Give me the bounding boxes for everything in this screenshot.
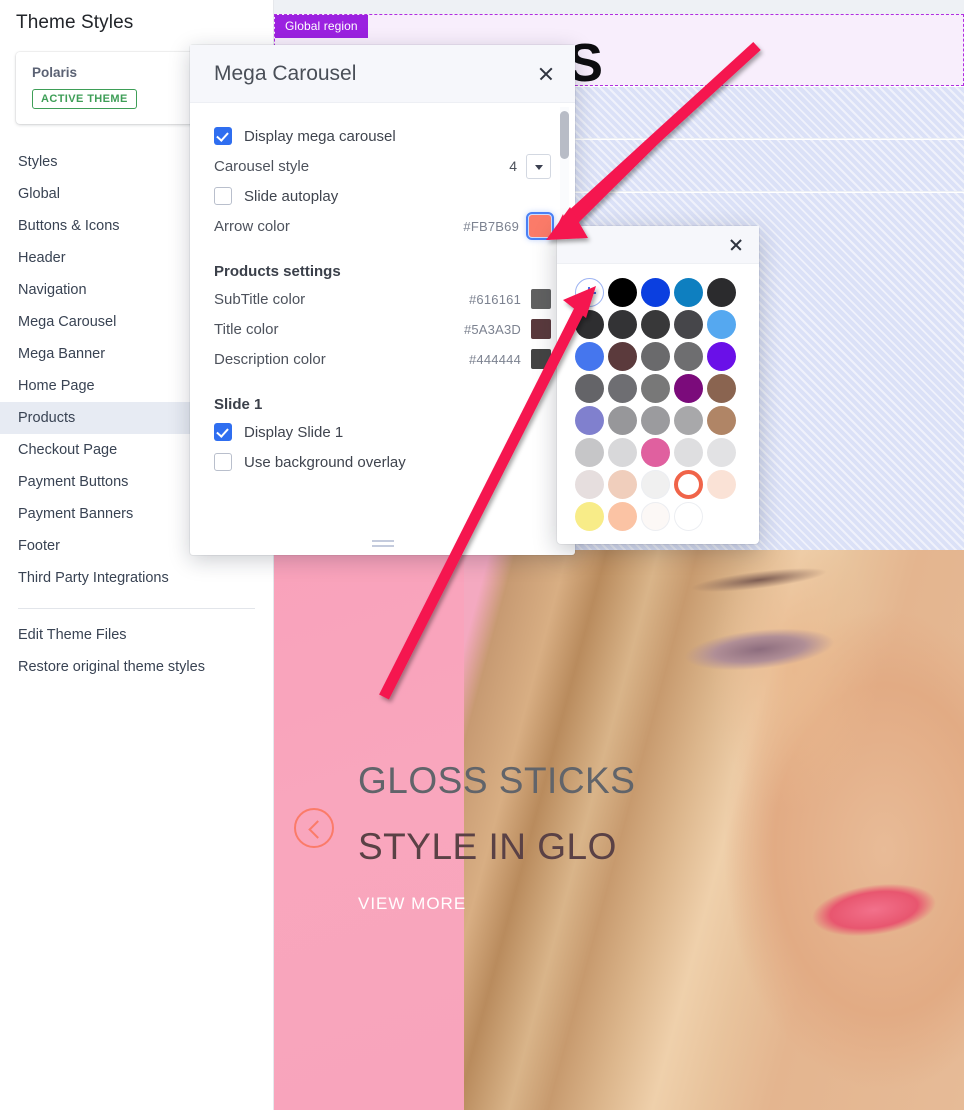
product-color-row[interactable]: Title color #5A3A3D — [214, 314, 551, 344]
sidebar-action-restore-original-theme-styles[interactable]: Restore original theme styles — [0, 651, 273, 683]
color-picker-popup — [557, 226, 759, 544]
close-icon[interactable] — [533, 61, 559, 87]
color-swatch[interactable] — [640, 278, 670, 307]
color-swatch[interactable] — [607, 406, 637, 435]
sidebar-divider — [18, 608, 255, 609]
page-title: Theme Styles — [16, 12, 134, 33]
color-swatch[interactable] — [706, 470, 736, 499]
product-color-label: SubTitle color — [214, 290, 306, 308]
display-slide-1-row[interactable]: Display Slide 1 — [214, 417, 551, 447]
product-color-hex: #5A3A3D — [463, 321, 521, 337]
slide-autoplay-checkbox[interactable] — [214, 187, 232, 205]
color-swatch-selected[interactable] — [673, 470, 703, 499]
carousel-style-label: Carousel style — [214, 157, 310, 175]
product-color-row[interactable]: Description color #444444 — [214, 344, 551, 374]
color-swatch[interactable] — [706, 406, 736, 435]
sidebar-actions: Edit Theme Files Restore original theme s… — [0, 619, 273, 683]
slide-subtitle-text: GLOSS STICKS — [358, 760, 636, 801]
color-swatch[interactable] — [706, 374, 736, 403]
resize-grip-icon[interactable] — [371, 540, 394, 548]
products-settings-heading: Products settings — [214, 263, 341, 280]
slide-title-text: STYLE IN GLO — [358, 826, 617, 867]
color-swatch[interactable] — [673, 278, 703, 307]
color-swatch[interactable] — [607, 310, 637, 339]
color-swatch[interactable] — [607, 438, 637, 467]
modal-body: Display mega carousel Carousel style 4 S… — [190, 103, 575, 533]
close-icon[interactable] — [723, 232, 749, 258]
color-swatch[interactable] — [574, 438, 604, 467]
color-swatch[interactable] — [673, 342, 703, 371]
color-swatch[interactable] — [607, 342, 637, 371]
modal-title: Mega Carousel — [214, 61, 357, 85]
sidebar-action-edit-theme-files[interactable]: Edit Theme Files — [0, 619, 273, 651]
background-overlay-label: Use background overlay — [244, 453, 406, 471]
color-swatch-grid — [557, 264, 759, 531]
product-color-swatch[interactable] — [531, 319, 551, 339]
mega-carousel-modal: Mega Carousel Display mega carousel Caro… — [190, 45, 575, 555]
color-swatch[interactable] — [706, 438, 736, 467]
color-swatch[interactable] — [574, 310, 604, 339]
color-swatch[interactable] — [607, 502, 637, 531]
color-swatch[interactable] — [673, 438, 703, 467]
display-mega-carousel-label: Display mega carousel — [244, 127, 396, 145]
product-color-swatch[interactable] — [531, 289, 551, 309]
display-slide-1-label: Display Slide 1 — [244, 423, 344, 441]
color-swatch[interactable] — [640, 406, 670, 435]
color-swatch[interactable] — [673, 310, 703, 339]
color-swatch[interactable] — [673, 406, 703, 435]
color-picker-header — [557, 226, 759, 264]
color-swatch[interactable] — [607, 374, 637, 403]
background-overlay-row[interactable]: Use background overlay — [214, 447, 551, 477]
color-swatch[interactable] — [640, 374, 670, 403]
color-swatch[interactable] — [640, 438, 670, 467]
slide-1-heading: Slide 1 — [214, 396, 263, 413]
product-color-label: Title color — [214, 320, 279, 338]
color-swatch[interactable] — [574, 470, 604, 499]
slide-autoplay-label: Slide autoplay — [244, 187, 339, 205]
color-swatch[interactable] — [574, 502, 604, 531]
color-swatch[interactable] — [706, 278, 736, 307]
product-color-row[interactable]: SubTitle color #616161 — [214, 284, 551, 314]
add-custom-color-icon[interactable] — [574, 278, 604, 307]
color-swatch[interactable] — [607, 278, 637, 307]
color-swatch[interactable] — [574, 342, 604, 371]
color-swatch[interactable] — [640, 470, 670, 499]
display-slide-1-checkbox[interactable] — [214, 423, 232, 441]
arrow-color-hex: #FB7B69 — [463, 218, 519, 234]
product-color-hex: #616161 — [468, 291, 521, 307]
slide-autoplay-row[interactable]: Slide autoplay — [214, 181, 551, 211]
color-swatch[interactable] — [607, 470, 637, 499]
arrow-color-swatch[interactable] — [526, 212, 554, 240]
products-settings-rows: SubTitle color #616161 Title color #5A3A3D D… — [214, 284, 551, 374]
color-swatch[interactable] — [640, 310, 670, 339]
color-swatch[interactable] — [673, 374, 703, 403]
carousel-style-row[interactable]: Carousel style 4 — [214, 151, 551, 181]
color-swatch[interactable] — [640, 342, 670, 371]
sidebar-item-third-party-integrations[interactable]: Third Party Integrations — [0, 562, 273, 594]
chevron-down-icon[interactable] — [526, 153, 551, 179]
slide-cta-link[interactable]: VIEW MORE — [358, 894, 466, 914]
product-color-hex: #444444 — [468, 351, 521, 367]
carousel-style-value: 4 — [509, 158, 517, 174]
global-region-badge: Global region — [275, 15, 368, 38]
color-swatch[interactable] — [673, 502, 703, 531]
arrow-color-row[interactable]: Arrow color #FB7B69 — [214, 211, 554, 241]
color-swatch[interactable] — [574, 374, 604, 403]
carousel-prev-arrow-icon[interactable] — [294, 808, 334, 848]
active-theme-badge: ACTIVE THEME — [32, 89, 137, 109]
vertical-scrollbar-thumb[interactable] — [560, 111, 569, 159]
color-swatch[interactable] — [574, 406, 604, 435]
background-overlay-checkbox[interactable] — [214, 453, 232, 471]
display-mega-carousel-row[interactable]: Display mega carousel — [214, 121, 551, 151]
modal-header: Mega Carousel — [190, 45, 575, 103]
arrow-color-label: Arrow color — [214, 217, 290, 235]
product-color-label: Description color — [214, 350, 326, 368]
color-swatch[interactable] — [640, 502, 670, 531]
product-color-swatch[interactable] — [531, 349, 551, 369]
display-mega-carousel-checkbox[interactable] — [214, 127, 232, 145]
color-swatch[interactable] — [706, 342, 736, 371]
color-swatch[interactable] — [706, 310, 736, 339]
